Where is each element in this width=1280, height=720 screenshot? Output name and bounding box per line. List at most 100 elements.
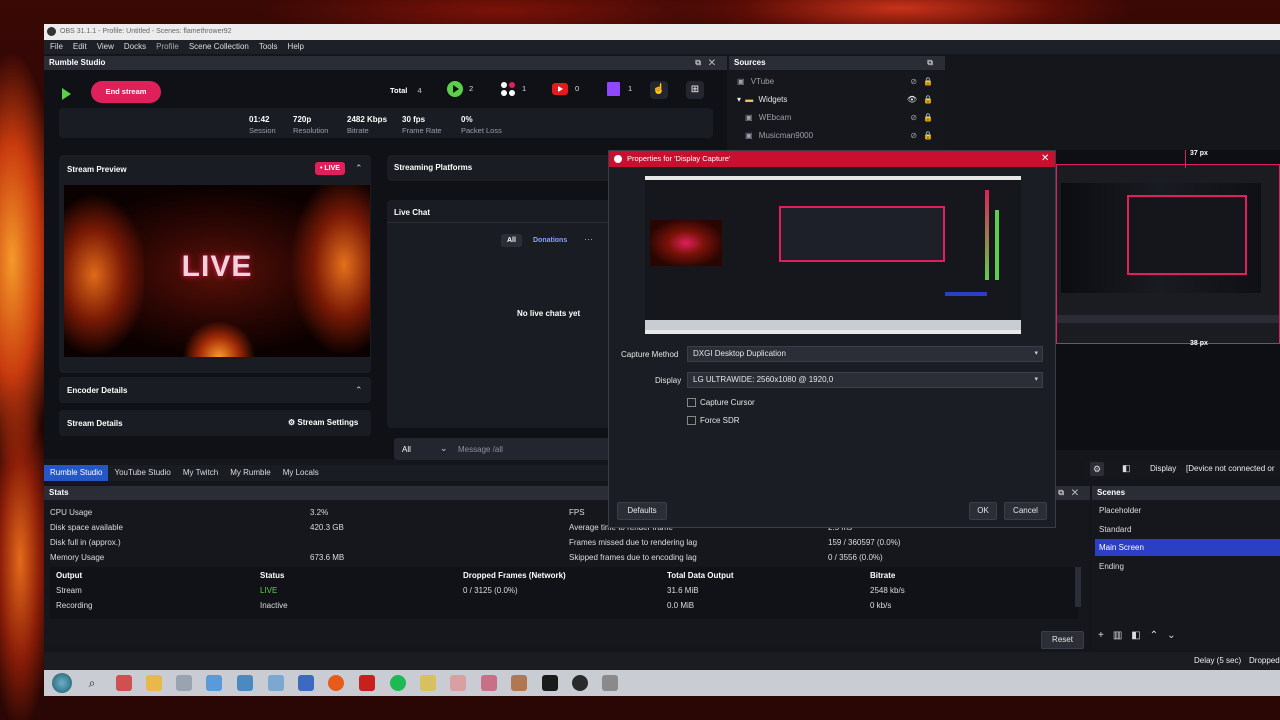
app-icon-9[interactable] [481, 675, 497, 691]
start-orb-icon[interactable] [52, 673, 72, 693]
settings-gear-icon[interactable]: ⚙ [1090, 462, 1104, 476]
tab-my-twitch[interactable]: My Twitch [177, 465, 224, 481]
add-widget-icon[interactable]: ⊞ [686, 81, 704, 99]
chat-tab-donations[interactable]: Donations [533, 237, 567, 244]
image-icon: ▣ [745, 131, 753, 140]
app-icon-10[interactable] [511, 675, 527, 691]
live-chat-panel: Live Chat All Donations ⋯ No live chats … [387, 200, 613, 428]
force-sdr-checkbox[interactable] [687, 416, 696, 425]
obs-preview-canvas[interactable]: 37 px 38 px [1054, 150, 1280, 450]
trash-icon[interactable]: ▥ [1113, 630, 1131, 641]
folder-icon: ▬ [745, 95, 754, 104]
filezilla-icon[interactable] [359, 675, 375, 691]
youtube-icon[interactable] [552, 83, 568, 95]
terminal-icon[interactable] [542, 675, 558, 691]
app-icon-2[interactable] [176, 675, 192, 691]
app-icon-1[interactable] [116, 675, 132, 691]
obs-taskbar-icon[interactable] [572, 675, 588, 691]
close-icon[interactable]: ✕ [1041, 151, 1049, 167]
visibility-lock-icons[interactable]: ⊘🔒 [910, 127, 939, 145]
capture-preview [645, 176, 1021, 334]
play-icon[interactable] [62, 88, 71, 100]
tab-youtube-studio[interactable]: YouTube Studio [108, 465, 176, 481]
folder-icon[interactable] [146, 675, 162, 691]
scene-item[interactable]: Ending [1095, 558, 1280, 575]
source-item[interactable]: ▣ VTube ⊘🔒 [729, 73, 945, 91]
tab-rumble-studio[interactable]: Rumble Studio [44, 465, 109, 481]
app-icon-7[interactable] [420, 675, 436, 691]
dock-controls[interactable]: ⧉✕ [695, 56, 723, 70]
encoder-details-panel[interactable]: Encoder Details ⌃ [59, 377, 371, 403]
menu-profile[interactable]: Profile [156, 40, 179, 54]
multi-platform-icon[interactable] [500, 81, 516, 97]
display-select[interactable]: LG ULTRAWIDE: 2560x1080 @ 1920,0 ▾ [687, 372, 1043, 388]
filter-icon[interactable]: ◧ [1122, 463, 1131, 474]
app-icon-4[interactable] [237, 675, 253, 691]
expand-arrow-icon[interactable]: ▾ [737, 95, 741, 104]
twitch-icon[interactable] [607, 82, 620, 96]
source-group[interactable]: ▾ ▬ Widgets 👁🔒 [729, 91, 945, 109]
add-icon[interactable]: + [1098, 630, 1113, 641]
source-item[interactable]: ▣ WEbcam ⊘🔒 [729, 109, 945, 127]
scrollbar[interactable] [1075, 567, 1081, 607]
defaults-button[interactable]: Defaults [617, 502, 667, 520]
dock-controls[interactable]: ⧉ [927, 56, 941, 70]
collapse-icon[interactable]: ⌃ [355, 385, 363, 396]
tab-my-locals[interactable]: My Locals [277, 465, 325, 481]
source-name: Musicman9000 [758, 131, 814, 140]
visibility-lock-icons[interactable]: ⊘🔒 [910, 109, 939, 127]
menu-view[interactable]: View [97, 40, 114, 54]
filter-icon[interactable]: ◧ [1131, 630, 1149, 641]
audio-meter [985, 190, 989, 280]
stream-settings-button[interactable]: ⚙ Stream Settings [288, 418, 358, 427]
spotify-icon[interactable] [390, 675, 406, 691]
app-icon-11[interactable] [602, 675, 618, 691]
dropped-status: Dropped [1249, 656, 1280, 665]
chevron-down-icon[interactable]: ⌄ [440, 443, 448, 454]
streaming-platforms-panel[interactable]: Streaming Platforms [387, 155, 613, 181]
stat-value: 420.3 GB [310, 523, 344, 532]
collapse-icon[interactable]: ⌃ [355, 163, 363, 174]
capture-method-value: DXGI Desktop Duplication [693, 349, 786, 358]
scene-item[interactable]: Standard [1095, 521, 1280, 538]
dock-controls[interactable]: ⧉✕ [1058, 486, 1086, 500]
app-icon-8[interactable] [450, 675, 466, 691]
more-icon[interactable]: ⋯ [584, 234, 593, 245]
up-arrow-icon[interactable]: ⌃ [1150, 630, 1167, 641]
cancel-button[interactable]: Cancel [1004, 502, 1047, 520]
dialog-title-bar: Properties for 'Display Capture' ✕ [609, 151, 1055, 167]
menu-docks[interactable]: Docks [124, 40, 146, 54]
scene-item[interactable]: Placeholder [1095, 502, 1280, 519]
stat-frame-rate: 30 fps Frame Rate [402, 115, 442, 135]
menu-tools[interactable]: Tools [259, 40, 278, 54]
menu-file[interactable]: File [50, 40, 63, 54]
end-stream-button[interactable]: End stream [91, 81, 161, 103]
menu-edit[interactable]: Edit [73, 40, 87, 54]
total-platforms[interactable]: Total 4 [390, 86, 422, 95]
chat-tab-all[interactable]: All [501, 234, 522, 247]
menu-scene-collection[interactable]: Scene Collection [189, 40, 249, 54]
reset-button[interactable]: Reset [1041, 631, 1084, 649]
source-item[interactable]: ▣ Musicman9000 ⊘🔒 [729, 127, 945, 145]
scene-item-active[interactable]: Main Screen [1095, 539, 1280, 556]
menu-help[interactable]: Help [288, 40, 304, 54]
capture-cursor-checkbox[interactable] [687, 398, 696, 407]
tab-my-rumble[interactable]: My Rumble [224, 465, 276, 481]
app-icon-5[interactable] [268, 675, 284, 691]
visibility-lock-icons[interactable]: ⊘🔒 [910, 73, 939, 91]
app-icon-6[interactable] [298, 675, 314, 691]
stat-packet-loss: 0% Packet Loss [461, 115, 502, 135]
message-input[interactable]: Message /all [458, 445, 503, 454]
search-icon[interactable]: ⌕ [84, 675, 100, 691]
firefox-icon[interactable] [328, 675, 344, 691]
visibility-lock-icons[interactable]: 👁🔒 [907, 91, 939, 109]
rumble-platform-icon[interactable] [447, 81, 463, 97]
capture-method-select[interactable]: DXGI Desktop Duplication ▾ [687, 346, 1043, 362]
stream-details-panel: Stream Details ⚙ Stream Settings [59, 410, 371, 436]
touch-icon[interactable]: ☝ [650, 81, 668, 99]
app-icon-3[interactable] [206, 675, 222, 691]
stream-stats-bar: 01:42 Session 720p Resolution 2482 Kbps Bit… [59, 108, 713, 138]
chat-target-select[interactable]: All [402, 445, 411, 454]
down-arrow-icon[interactable]: ⌄ [1167, 630, 1184, 641]
ok-button[interactable]: OK [969, 502, 997, 520]
